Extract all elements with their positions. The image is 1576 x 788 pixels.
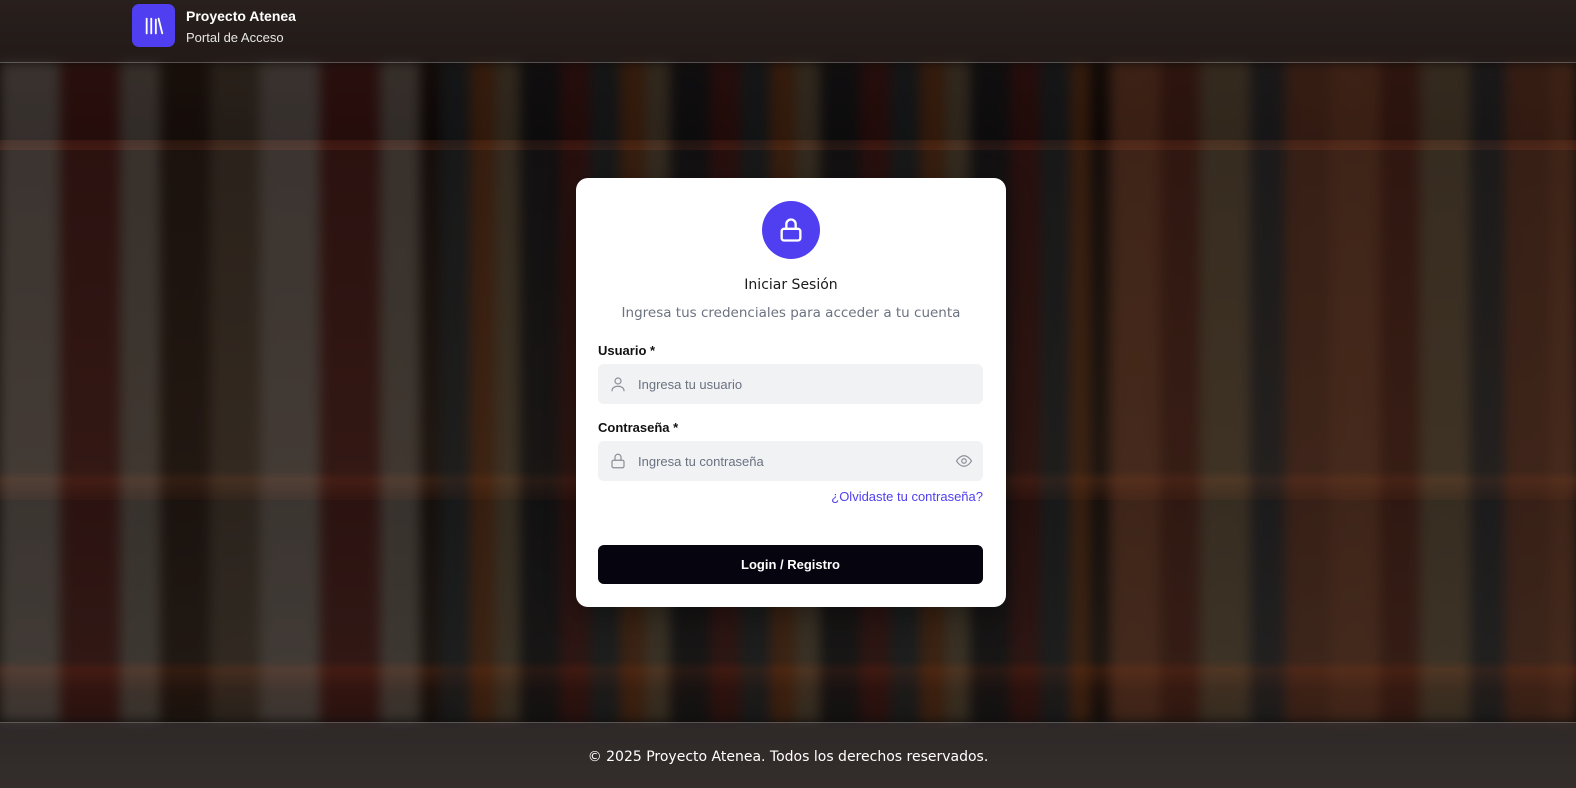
app-title: Proyecto Atenea bbox=[186, 8, 296, 24]
library-books-icon[interactable] bbox=[132, 4, 175, 47]
lock-icon bbox=[762, 201, 820, 259]
user-icon bbox=[609, 375, 627, 393]
login-subtitle: Ingresa tus credenciales para acceder a … bbox=[621, 305, 961, 321]
login-title: Iniciar Sesión bbox=[744, 277, 838, 293]
forgot-password-link[interactable]: ¿Olvidaste tu contraseña? bbox=[831, 489, 983, 504]
username-field[interactable] bbox=[598, 364, 983, 404]
password-input[interactable] bbox=[638, 441, 938, 481]
copyright-text: © 2025 Proyecto Atenea. Todos los derech… bbox=[587, 749, 989, 765]
password-field[interactable] bbox=[598, 441, 983, 481]
login-register-button[interactable]: Login / Registro bbox=[598, 545, 983, 584]
eye-icon[interactable] bbox=[955, 452, 973, 470]
login-card: Iniciar Sesión Ingresa tus credenciales … bbox=[576, 178, 1006, 607]
password-label: Contraseña * bbox=[598, 420, 679, 435]
top-header: Proyecto Atenea Portal de Acceso bbox=[0, 0, 1576, 63]
username-label: Usuario * bbox=[598, 343, 656, 358]
username-input[interactable] bbox=[638, 364, 938, 404]
app-subtitle: Portal de Acceso bbox=[186, 30, 284, 45]
lock-icon bbox=[609, 452, 627, 470]
page-footer: © 2025 Proyecto Atenea. Todos los derech… bbox=[0, 722, 1576, 788]
